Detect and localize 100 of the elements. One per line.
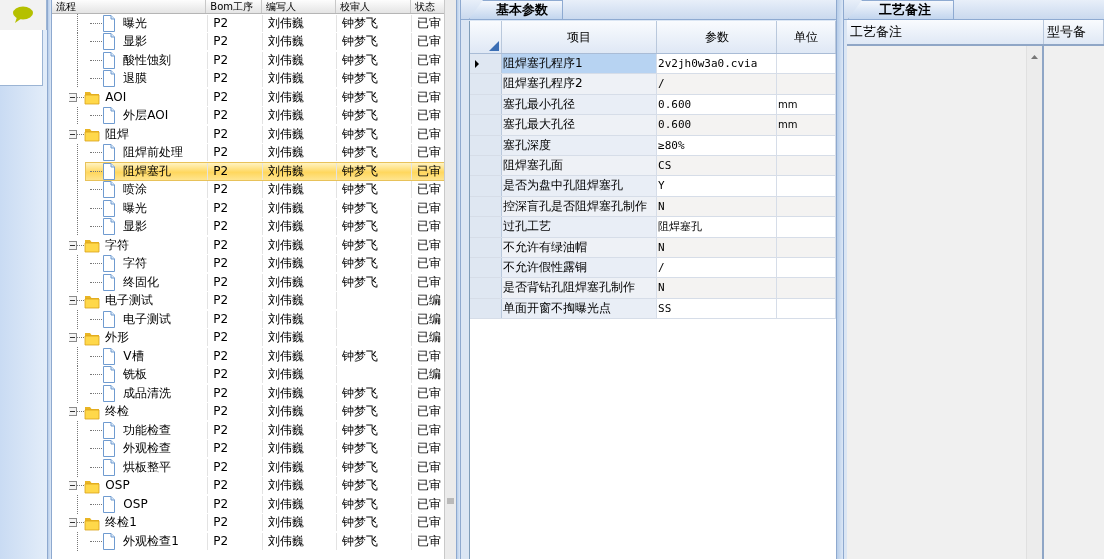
grid-cell[interactable]: 单面开窗不掏曝光点 [502, 298, 657, 319]
grid-cell[interactable]: 0.600 [657, 94, 777, 115]
grid-cell[interactable] [777, 155, 836, 176]
tree-cell: 钟梦飞 [342, 496, 379, 511]
folder-icon [84, 89, 101, 106]
tree-cell: 刘伟巍 [268, 496, 305, 511]
tree-label: 酸性蚀刻 [123, 51, 172, 69]
tree-cell: 刘伟巍 [268, 34, 305, 49]
tree-cell: 钟梦飞 [342, 108, 379, 123]
tree-label: 铣板 [123, 366, 148, 384]
grid-cell[interactable]: 塞孔深度 [502, 135, 657, 155]
grid-cell[interactable]: 不允许有绿油帽 [502, 237, 657, 257]
grid-cell[interactable]: N [657, 196, 777, 217]
column-header[interactable]: 工艺备注 [850, 22, 902, 42]
grid-cell[interactable]: 塞孔最大孔径 [502, 115, 657, 135]
document-icon [102, 366, 117, 384]
tree-cell: P2 [213, 163, 229, 178]
grid-cell[interactable]: N [657, 237, 777, 257]
tree-cell: 刘伟巍 [268, 163, 305, 178]
tree-cell: 已审 [417, 274, 442, 289]
tab[interactable]: 基本参数 [469, 0, 563, 19]
grid-cell[interactable]: 阻焊塞孔程序2 [502, 74, 657, 94]
document-icon [102, 421, 117, 439]
scrollbar[interactable] [1026, 46, 1042, 559]
tree-cell: P2 [213, 34, 229, 49]
tree-cell: 已审 [417, 422, 442, 437]
tree-cell: P2 [213, 89, 229, 104]
collapse-icon[interactable] [69, 240, 78, 250]
tree-label: 终固化 [123, 273, 160, 291]
column-header[interactable]: 校审人 [336, 0, 412, 13]
tree-cell: 已编 [417, 311, 442, 326]
grid-cell[interactable]: 塞孔最小孔径 [502, 94, 657, 115]
tree-cell: 刘伟巍 [268, 459, 305, 474]
tree-label: 喷涂 [123, 181, 148, 199]
collapse-icon[interactable] [69, 518, 78, 528]
splitter[interactable] [47, 0, 53, 559]
grid-cell[interactable]: 0.600 [657, 115, 777, 135]
splitter[interactable] [836, 0, 844, 559]
grid-cell[interactable] [777, 237, 836, 257]
splitter[interactable] [456, 0, 461, 559]
tree-cell: 钟梦飞 [342, 459, 379, 474]
grid-cell[interactable]: CS [657, 155, 777, 176]
grid-cell[interactable] [777, 74, 836, 94]
collapse-icon[interactable] [69, 92, 78, 102]
grid-cell[interactable] [777, 196, 836, 217]
column-header[interactable]: Bom工序 [206, 0, 263, 13]
tree-label: 退膜 [123, 70, 148, 88]
column-header[interactable]: 参数 [657, 21, 777, 53]
collapse-icon[interactable] [69, 333, 78, 343]
grid-cell[interactable]: ≥80% [657, 135, 777, 155]
column-header[interactable]: 型号备 [1047, 22, 1086, 42]
grid-cell[interactable]: 2v2jh0w3a0.cvia [657, 54, 777, 74]
grid-cell[interactable]: 控深盲孔是否阻焊塞孔制作 [502, 196, 657, 217]
column-header[interactable]: 编写人 [262, 0, 337, 13]
row-header[interactable] [470, 54, 502, 74]
document-icon [102, 495, 117, 513]
tree-row[interactable]: 阻焊塞孔 P2 刘伟巍 钟梦飞 已审 [85, 162, 445, 181]
tree-cell: 刘伟巍 [268, 293, 305, 308]
grid-cell[interactable]: 是否为盘中孔阻焊塞孔 [502, 176, 657, 196]
tree-label: 外观检查 [123, 440, 172, 458]
tree-cell: 刘伟巍 [268, 145, 305, 160]
tree-label: 成品清洗 [123, 384, 172, 402]
tree-cell: P2 [213, 200, 229, 215]
collapse-icon[interactable] [69, 296, 78, 306]
tree-cell: P2 [213, 219, 229, 234]
column-header[interactable]: 项目 [502, 21, 657, 53]
grid-cell[interactable]: 阻焊塞孔面 [502, 155, 657, 176]
grid-cell[interactable] [777, 278, 836, 298]
grid-cell[interactable]: / [657, 257, 777, 278]
grid-cell[interactable]: 阻焊塞孔程序1 [502, 54, 657, 74]
tree-cell: 已审 [417, 459, 442, 474]
speech-bubble-icon [12, 6, 35, 24]
tab[interactable]: 工艺备注 [848, 0, 954, 19]
column-header[interactable]: 流程 [52, 0, 207, 13]
grid-cell[interactable]: / [657, 74, 777, 94]
collapse-icon[interactable] [69, 481, 78, 491]
scrollbar[interactable] [444, 0, 457, 559]
tree-cell: 已审 [417, 404, 442, 419]
tree-label: 电子测试 [123, 310, 172, 328]
collapse-icon[interactable] [69, 407, 78, 417]
tree-cell: 刘伟巍 [268, 515, 305, 530]
grid-cell[interactable]: Y [657, 176, 777, 196]
tree-cell: 刘伟巍 [268, 533, 305, 548]
tree-label: 功能检查 [123, 421, 172, 439]
tree-cell: 已审 [417, 89, 442, 104]
grid-cell[interactable]: 过孔工艺 [502, 217, 657, 237]
grid-cell[interactable]: mm [777, 94, 836, 115]
grid-cell[interactable]: N [657, 278, 777, 298]
grid-cell[interactable]: 不允许假性露铜 [502, 257, 657, 278]
grid-cell[interactable]: 阻焊塞孔 [657, 217, 777, 237]
folder-icon [84, 126, 101, 143]
tree-cell: 钟梦飞 [342, 385, 379, 400]
grid-cell[interactable]: SS [657, 298, 777, 319]
grid-cell[interactable]: mm [777, 115, 836, 135]
collapse-icon[interactable] [69, 129, 78, 139]
grid-cell[interactable]: 是否背钻孔阻焊塞孔制作 [502, 278, 657, 298]
document-icon [102, 107, 117, 125]
tree-cell: P2 [213, 256, 229, 271]
tree-cell: 已审 [417, 52, 442, 67]
tree-cell: 刘伟巍 [268, 219, 305, 234]
